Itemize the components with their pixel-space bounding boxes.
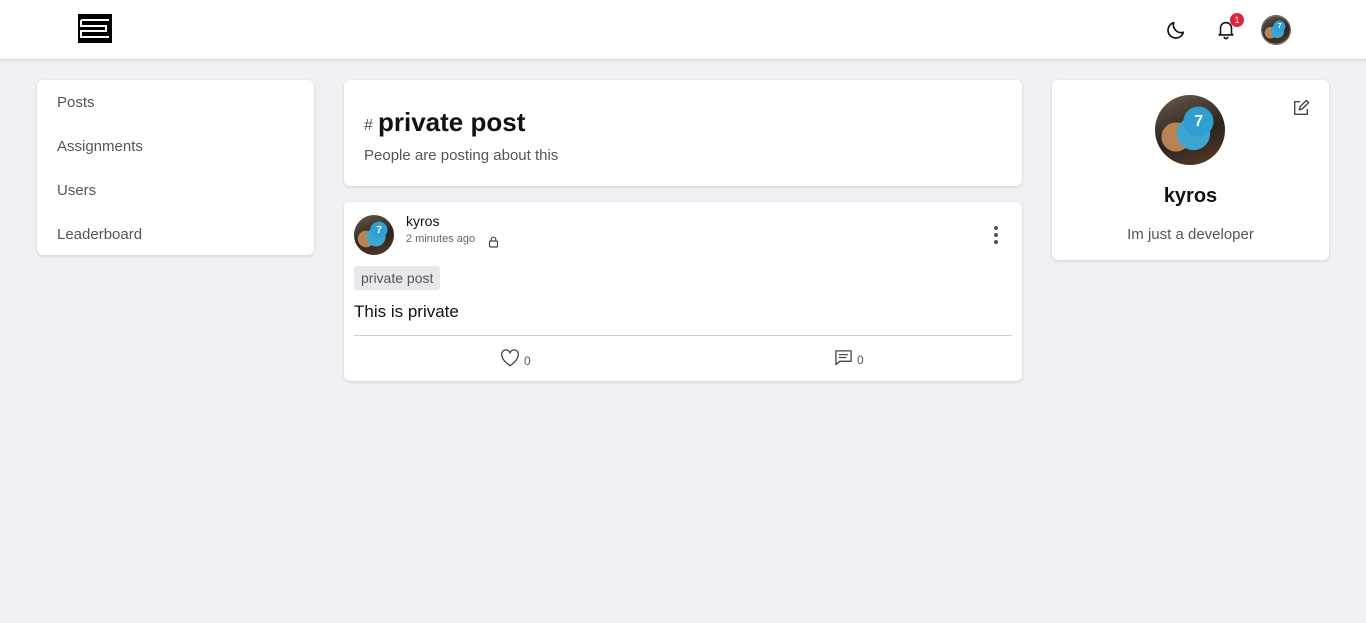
like-button[interactable]: 0 bbox=[500, 349, 531, 372]
tag-header-card: # private post People are posting about … bbox=[344, 80, 1022, 186]
divider bbox=[354, 335, 1012, 336]
post-author-name[interactable]: kyros bbox=[406, 213, 439, 229]
hash-symbol: # bbox=[364, 117, 373, 134]
sidebar-nav: Posts Assignments Users Leaderboard bbox=[37, 80, 314, 255]
profile-bio: Im just a developer bbox=[1127, 226, 1254, 243]
like-count: 0 bbox=[524, 353, 531, 368]
lock-icon bbox=[488, 235, 499, 248]
page-title: private post bbox=[378, 107, 526, 137]
user-avatar[interactable] bbox=[1261, 15, 1291, 45]
post-card: kyros 2 minutes ago private post This is… bbox=[344, 202, 1022, 381]
notification-badge: 1 bbox=[1230, 13, 1244, 27]
logo-icon[interactable] bbox=[78, 14, 112, 43]
comment-count: 0 bbox=[857, 353, 864, 367]
moon-icon[interactable] bbox=[1164, 17, 1188, 43]
post-timestamp: 2 minutes ago bbox=[406, 233, 476, 245]
profile-card: kyros Im just a developer bbox=[1052, 80, 1329, 260]
sidebar-item-assignments[interactable]: Assignments bbox=[57, 138, 143, 155]
profile-avatar[interactable] bbox=[1155, 95, 1225, 165]
profile-name: kyros bbox=[1163, 185, 1218, 207]
post-author-avatar[interactable] bbox=[354, 215, 394, 255]
sidebar-item-users[interactable]: Users bbox=[57, 182, 96, 199]
page-subtitle: People are posting about this bbox=[364, 147, 559, 164]
post-body: This is private bbox=[354, 302, 459, 321]
heart-icon bbox=[500, 349, 520, 372]
comment-button[interactable]: 0 bbox=[834, 349, 864, 371]
more-icon[interactable] bbox=[990, 225, 1002, 245]
top-navbar: 1 bbox=[0, 0, 1366, 60]
edit-icon[interactable] bbox=[1292, 99, 1310, 117]
sidebar-item-leaderboard[interactable]: Leaderboard bbox=[57, 226, 142, 243]
comment-icon bbox=[834, 349, 853, 371]
sidebar-item-posts[interactable]: Posts bbox=[57, 94, 95, 111]
post-tag-chip[interactable]: private post bbox=[354, 266, 441, 290]
